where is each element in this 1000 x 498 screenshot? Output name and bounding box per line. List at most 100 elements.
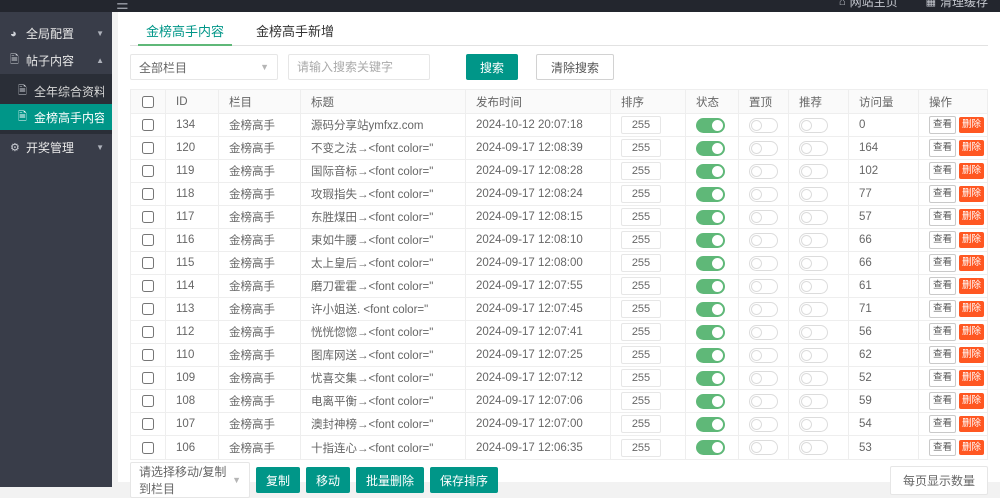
hamburger-icon[interactable]: ☰ — [116, 0, 129, 12]
clear-search-button[interactable]: 清除搜索 — [536, 54, 614, 80]
status-toggle[interactable] — [696, 187, 725, 202]
status-toggle[interactable] — [696, 417, 725, 432]
sidebar-item-global-config[interactable]: ◕ 全局配置 ▼ — [0, 20, 112, 47]
recommend-toggle[interactable] — [799, 210, 828, 225]
delete-button[interactable]: 删除 — [959, 140, 984, 155]
delete-button[interactable]: 删除 — [959, 209, 984, 224]
view-button[interactable]: 查看 — [929, 185, 956, 202]
status-toggle[interactable] — [696, 118, 725, 133]
delete-button[interactable]: 删除 — [959, 393, 984, 408]
top-toggle[interactable] — [749, 256, 778, 271]
row-checkbox[interactable] — [142, 280, 154, 292]
view-button[interactable]: 查看 — [929, 254, 956, 271]
sidebar-item-lottery-manage[interactable]: ⚙ 开奖管理 ▼ — [0, 134, 112, 161]
row-sort-input[interactable] — [621, 277, 661, 295]
top-toggle[interactable] — [749, 371, 778, 386]
status-toggle[interactable] — [696, 233, 725, 248]
status-toggle[interactable] — [696, 440, 725, 455]
recommend-toggle[interactable] — [799, 371, 828, 386]
row-checkbox[interactable] — [142, 326, 154, 338]
delete-button[interactable]: 删除 — [959, 255, 984, 270]
row-checkbox[interactable] — [142, 119, 154, 131]
status-toggle[interactable] — [696, 348, 725, 363]
recommend-toggle[interactable] — [799, 348, 828, 363]
row-checkbox[interactable] — [142, 165, 154, 177]
delete-button[interactable]: 删除 — [959, 301, 984, 316]
top-toggle[interactable] — [749, 417, 778, 432]
row-sort-input[interactable] — [621, 208, 661, 226]
tab-content-list[interactable]: 金榜高手内容 — [130, 20, 240, 45]
row-sort-input[interactable] — [621, 369, 661, 387]
delete-button[interactable]: 删除 — [959, 324, 984, 339]
status-toggle[interactable] — [696, 302, 725, 317]
recommend-toggle[interactable] — [799, 141, 828, 156]
top-toggle[interactable] — [749, 233, 778, 248]
delete-button[interactable]: 删除 — [959, 440, 984, 455]
view-button[interactable]: 查看 — [929, 139, 956, 156]
page-size-select[interactable]: 每页显示数量 — [890, 466, 988, 495]
recommend-toggle[interactable] — [799, 256, 828, 271]
row-checkbox[interactable] — [142, 349, 154, 361]
recommend-toggle[interactable] — [799, 394, 828, 409]
view-button[interactable]: 查看 — [929, 323, 956, 340]
status-toggle[interactable] — [696, 279, 725, 294]
recommend-toggle[interactable] — [799, 187, 828, 202]
row-sort-input[interactable] — [621, 392, 661, 410]
delete-button[interactable]: 删除 — [959, 163, 984, 178]
status-toggle[interactable] — [696, 371, 725, 386]
view-button[interactable]: 查看 — [929, 116, 956, 133]
category-select[interactable]: 全部栏目 ▼ — [130, 54, 278, 80]
view-button[interactable]: 查看 — [929, 300, 956, 317]
top-toggle[interactable] — [749, 164, 778, 179]
delete-button[interactable]: 删除 — [959, 186, 984, 201]
recommend-toggle[interactable] — [799, 233, 828, 248]
recommend-toggle[interactable] — [799, 302, 828, 317]
recommend-toggle[interactable] — [799, 118, 828, 133]
view-button[interactable]: 查看 — [929, 439, 956, 456]
top-toggle[interactable] — [749, 210, 778, 225]
recommend-toggle[interactable] — [799, 325, 828, 340]
top-toggle[interactable] — [749, 325, 778, 340]
top-toggle[interactable] — [749, 118, 778, 133]
delete-button[interactable]: 删除 — [959, 232, 984, 247]
status-toggle[interactable] — [696, 394, 725, 409]
status-toggle[interactable] — [696, 325, 725, 340]
recommend-toggle[interactable] — [799, 417, 828, 432]
search-input[interactable] — [288, 54, 430, 80]
status-toggle[interactable] — [696, 210, 725, 225]
header-link-home[interactable]: ⌂ 网站主页 — [839, 0, 898, 10]
recommend-toggle[interactable] — [799, 440, 828, 455]
view-button[interactable]: 查看 — [929, 415, 956, 432]
move-copy-select[interactable]: 请选择移动/复制到栏目 ▼ — [130, 462, 250, 498]
row-checkbox[interactable] — [142, 211, 154, 223]
row-sort-input[interactable] — [621, 139, 661, 157]
status-toggle[interactable] — [696, 256, 725, 271]
tab-content-add[interactable]: 金榜高手新增 — [240, 20, 350, 45]
row-sort-input[interactable] — [621, 323, 661, 341]
row-sort-input[interactable] — [621, 439, 661, 457]
top-toggle[interactable] — [749, 440, 778, 455]
row-checkbox[interactable] — [142, 442, 154, 454]
row-sort-input[interactable] — [621, 231, 661, 249]
sidebar-item-jinbang-content[interactable]: 🗎 金榜高手内容 — [0, 104, 112, 130]
top-toggle[interactable] — [749, 279, 778, 294]
top-toggle[interactable] — [749, 394, 778, 409]
sidebar-item-annual-data[interactable]: 🗎 全年综合资料内容 — [0, 78, 112, 104]
row-checkbox[interactable] — [142, 257, 154, 269]
row-sort-input[interactable] — [621, 254, 661, 272]
view-button[interactable]: 查看 — [929, 231, 956, 248]
view-button[interactable]: 查看 — [929, 162, 956, 179]
row-sort-input[interactable] — [621, 116, 661, 134]
row-sort-input[interactable] — [621, 415, 661, 433]
row-checkbox[interactable] — [142, 372, 154, 384]
save-sort-button[interactable]: 保存排序 — [430, 467, 498, 493]
delete-button[interactable]: 删除 — [959, 416, 984, 431]
delete-button[interactable]: 删除 — [959, 278, 984, 293]
view-button[interactable]: 查看 — [929, 369, 956, 386]
top-toggle[interactable] — [749, 348, 778, 363]
move-button[interactable]: 移动 — [306, 467, 350, 493]
view-button[interactable]: 查看 — [929, 392, 956, 409]
delete-button[interactable]: 删除 — [959, 117, 984, 132]
status-toggle[interactable] — [696, 164, 725, 179]
sidebar-item-post-content[interactable]: 🗎 帖子内容 ▲ — [0, 47, 112, 74]
